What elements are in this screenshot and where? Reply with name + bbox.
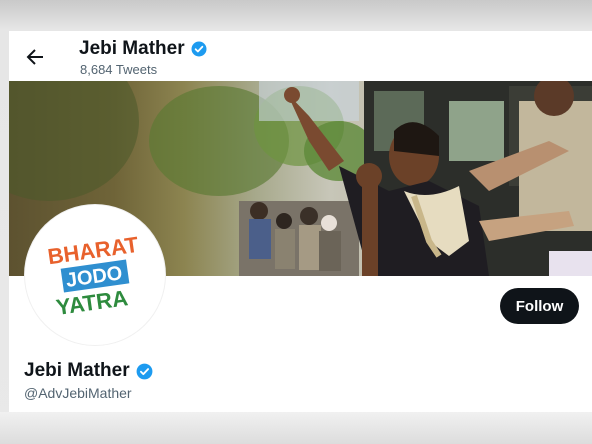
bharat-jodo-yatra-logo: BHARAT JODO YATRA xyxy=(46,232,140,320)
photo-bottom-edge xyxy=(0,412,592,444)
twitter-profile-screen: Jebi Mather 8,684 Tweets BHARAT JODO YAT… xyxy=(9,31,592,413)
profile-display-name: Jebi Mather xyxy=(24,360,154,382)
arrow-left-icon[interactable] xyxy=(23,45,47,69)
header-name-text: Jebi Mather xyxy=(79,38,185,59)
verified-badge-icon xyxy=(136,363,153,379)
verified-badge-icon xyxy=(191,41,207,57)
profile-avatar[interactable]: BHARAT JODO YATRA xyxy=(25,205,165,345)
header-title: Jebi Mather xyxy=(79,38,208,60)
profile-name-text: Jebi Mather xyxy=(24,360,130,381)
tweet-count: 8,684 Tweets xyxy=(80,62,158,77)
profile-handle: @AdvJebiMather xyxy=(24,385,132,401)
follow-button[interactable]: Follow xyxy=(500,288,579,324)
profile-header: Jebi Mather 8,684 Tweets xyxy=(9,31,592,81)
